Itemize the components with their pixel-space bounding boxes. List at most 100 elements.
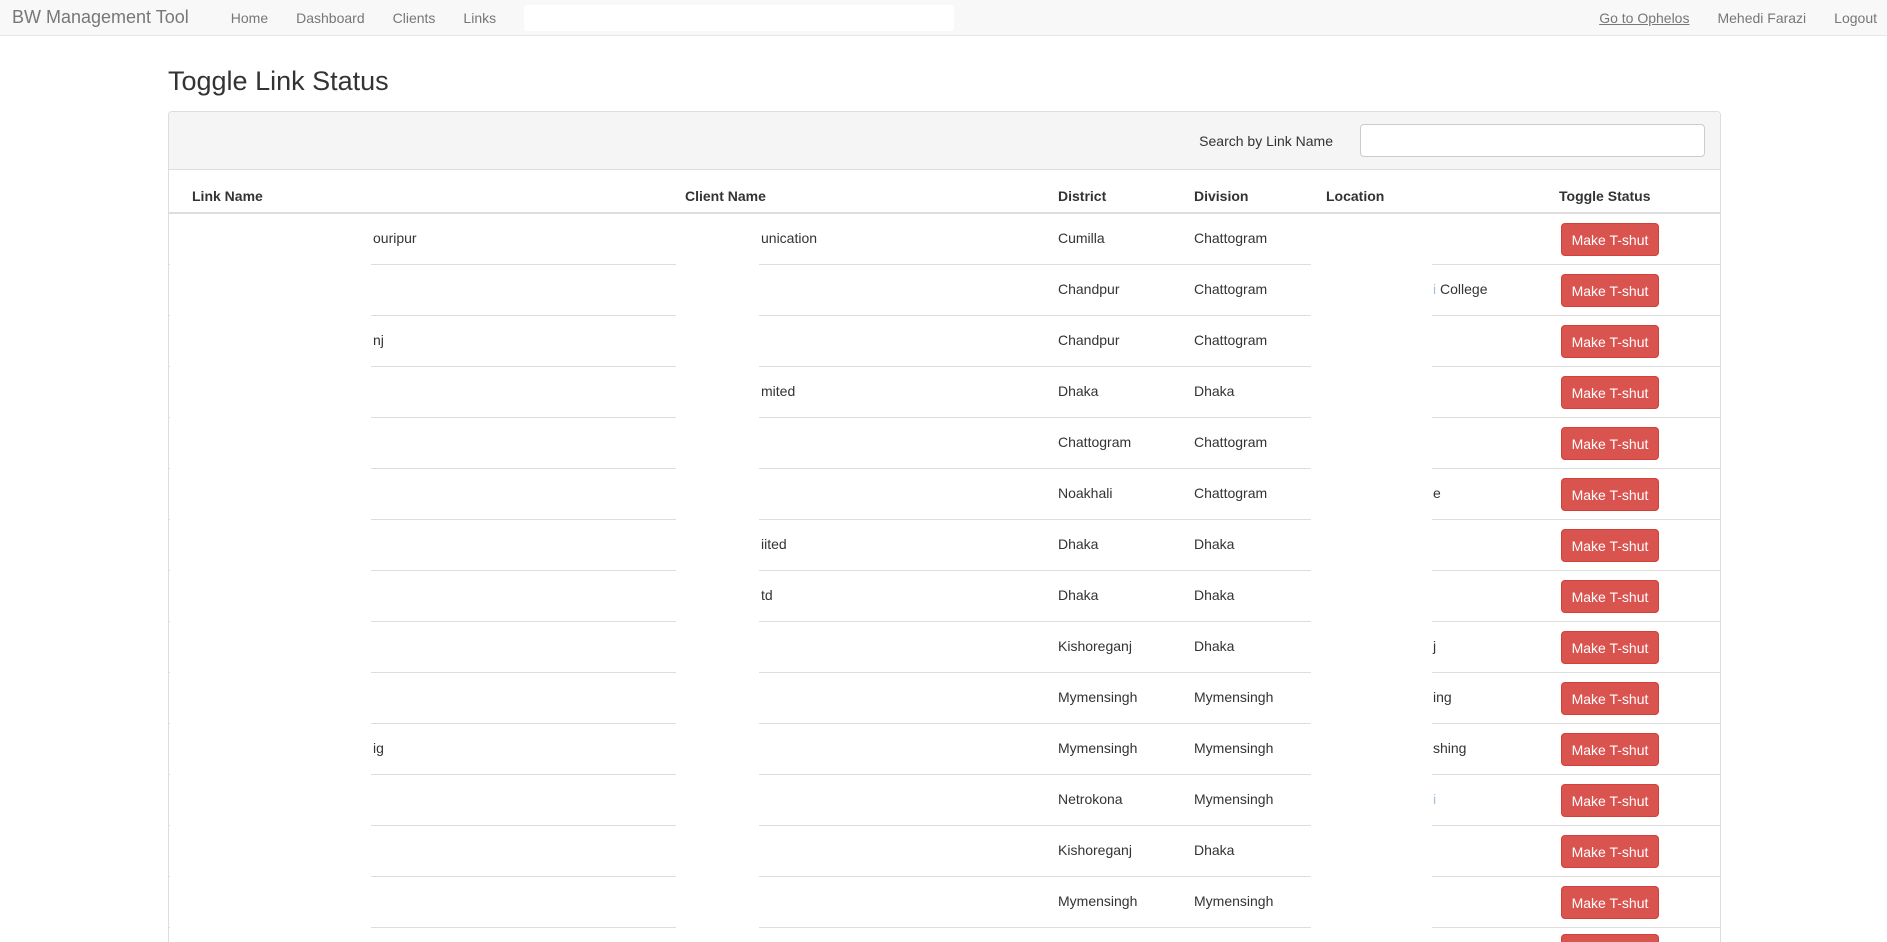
location-cell-fragment: j [1433, 638, 1437, 654]
location-cell-fragment: e [1433, 485, 1441, 501]
table-row: Chattogram Chattogram Make T-shut [169, 418, 1720, 469]
link-name-cell-fragment: nj [373, 332, 384, 348]
user-name[interactable]: Mehedi Farazi [1717, 10, 1806, 26]
link-status-panel: Search by Link Name Link Name Client Nam… [168, 111, 1721, 942]
header-division: Division [1194, 188, 1249, 204]
client-name-cell-fragment: mited [761, 383, 796, 399]
make-t-shut-button[interactable]: Make T-shut [1561, 784, 1659, 817]
location-cell-fragment: ing [1433, 689, 1452, 705]
header-location: Location [1326, 188, 1385, 204]
make-t-shut-button[interactable]: Make T-shut [1561, 733, 1659, 766]
district-cell: Netrokona [1058, 791, 1123, 807]
district-cell: Mymensingh [1058, 893, 1138, 909]
make-t-shut-button[interactable]: Make T-shut [1561, 580, 1659, 613]
make-t-shut-button[interactable]: Make T-shut [1561, 934, 1659, 942]
district-cell: Kishoreganj [1058, 638, 1132, 654]
client-name-cell-fragment: unication [761, 230, 818, 246]
client-name-cell-fragment: td [761, 587, 773, 603]
brand-title[interactable]: BW Management Tool [12, 7, 189, 28]
division-cell: Mymensingh [1194, 740, 1274, 756]
table-row: ig Mymensingh Mymensingh shing Make T-shut [169, 724, 1720, 775]
table-row: Netrokona Mymensingh i Make T-shut [169, 775, 1720, 826]
make-t-shut-button[interactable]: Make T-shut [1561, 427, 1659, 460]
district-cell: Noakhali [1058, 485, 1113, 501]
division-cell: Chattogram [1194, 281, 1268, 297]
division-cell: Dhaka [1194, 842, 1235, 858]
division-cell: Mymensingh [1194, 893, 1274, 909]
division-cell: Chattogram [1194, 434, 1268, 450]
redaction-strip-location-column [1311, 214, 1432, 942]
header-district: District [1058, 188, 1107, 204]
table-row: iited Dhaka Dhaka Make T-shut [169, 520, 1720, 571]
table-row: ouripur unication Cumilla Chattogram Make T-… [169, 214, 1720, 265]
header-link-name: Link Name [192, 188, 263, 204]
navbar-search-input[interactable] [524, 4, 955, 31]
nav-item-dashboard[interactable]: Dashboard [282, 10, 379, 26]
location-fragment-prefix: i [1433, 281, 1437, 297]
table-row: mited Dhaka Dhaka Make T-shut [169, 367, 1720, 418]
search-by-link-name-label: Search by Link Name [1199, 132, 1333, 149]
location-cell-fragment: shing [1433, 740, 1467, 756]
nav-item-links[interactable]: Links [449, 10, 510, 26]
division-cell: Dhaka [1194, 638, 1235, 654]
page-title: Toggle Link Status [168, 66, 389, 96]
header-toggle-status: Toggle Status [1559, 188, 1651, 204]
table-row: Kishoreganj Dhaka j Make T-shut [169, 622, 1720, 673]
make-t-shut-button[interactable]: Make T-shut [1561, 478, 1659, 511]
make-t-shut-button[interactable]: Make T-shut [1561, 223, 1659, 256]
make-t-shut-button[interactable]: Make T-shut [1561, 886, 1659, 919]
division-cell: Dhaka [1194, 383, 1235, 399]
links-table: Link Name Client Name District Division … [169, 170, 1720, 942]
nav-item-clients[interactable]: Clients [379, 10, 450, 26]
table-body: ouripur unication Cumilla Chattogram Make T-… [169, 214, 1720, 942]
client-name-cell-fragment: iited [761, 536, 787, 552]
redaction-strip-link-column [170, 214, 371, 942]
link-name-search-input[interactable] [1360, 124, 1705, 157]
division-cell: Dhaka [1194, 536, 1235, 552]
division-cell: Chattogram [1194, 230, 1268, 246]
table-row: nj Chandpur Chattogram Make T-shut [169, 316, 1720, 367]
link-name-cell-fragment: ouripur [373, 230, 417, 246]
top-navbar: BW Management Tool Home Dashboard Client… [0, 0, 1887, 36]
panel-heading: Search by Link Name [169, 112, 1720, 170]
location-cell-fragment: i College [1433, 281, 1488, 297]
division-cell: Mymensingh [1194, 689, 1274, 705]
table-row: td Dhaka Dhaka Make T-shut [169, 571, 1720, 622]
make-t-shut-button[interactable]: Make T-shut [1561, 682, 1659, 715]
link-name-cell-fragment: ig [373, 740, 384, 756]
division-cell: Chattogram [1194, 485, 1268, 501]
logout-link[interactable]: Logout [1834, 10, 1877, 26]
district-cell: Dhaka [1058, 536, 1099, 552]
make-t-shut-button[interactable]: Make T-shut [1561, 631, 1659, 664]
district-cell: Chandpur [1058, 281, 1120, 297]
table-row: Kishoreganj Dhaka Make T-shut [169, 826, 1720, 877]
location-cell-fragment: i [1433, 791, 1436, 807]
location-fragment-prefix: i [1433, 791, 1437, 807]
district-cell: Mymensingh [1058, 689, 1138, 705]
division-cell: Dhaka [1194, 587, 1235, 603]
nav-item-home[interactable]: Home [217, 10, 282, 26]
district-cell: Kishoreganj [1058, 842, 1132, 858]
make-t-shut-button[interactable]: Make T-shut [1561, 376, 1659, 409]
make-t-shut-button[interactable]: Make T-shut [1561, 325, 1659, 358]
district-cell: Cumilla [1058, 230, 1105, 246]
district-cell: Mymensingh [1058, 740, 1138, 756]
make-t-shut-button[interactable]: Make T-shut [1561, 274, 1659, 307]
app-window: BW Management Tool Home Dashboard Client… [0, 0, 1887, 942]
redaction-strip-client-column [676, 214, 759, 942]
table-header-row: Link Name Client Name District Division … [169, 170, 1720, 214]
make-t-shut-button[interactable]: Make T-shut [1561, 835, 1659, 868]
table-row: Chandpur Chattogram i College Make T-shut [169, 265, 1720, 316]
district-cell: Chattogram [1058, 434, 1132, 450]
go-to-ophelos-link[interactable]: Go to Ophelos [1599, 10, 1689, 26]
division-cell: Chattogram [1194, 332, 1268, 348]
header-client-name: Client Name [685, 188, 766, 204]
division-cell: Mymensingh [1194, 791, 1274, 807]
district-cell: Dhaka [1058, 383, 1099, 399]
district-cell: Dhaka [1058, 587, 1099, 603]
navbar-right-group: Go to Ophelos Mehedi Farazi Logout [1571, 10, 1877, 26]
table-row: Noakhali Chattogram e Make T-shut [169, 469, 1720, 520]
make-t-shut-button[interactable]: Make T-shut [1561, 529, 1659, 562]
table-row-partial: Make T-shut [169, 928, 1720, 942]
table-row: Mymensingh Mymensingh Make T-shut [169, 877, 1720, 928]
